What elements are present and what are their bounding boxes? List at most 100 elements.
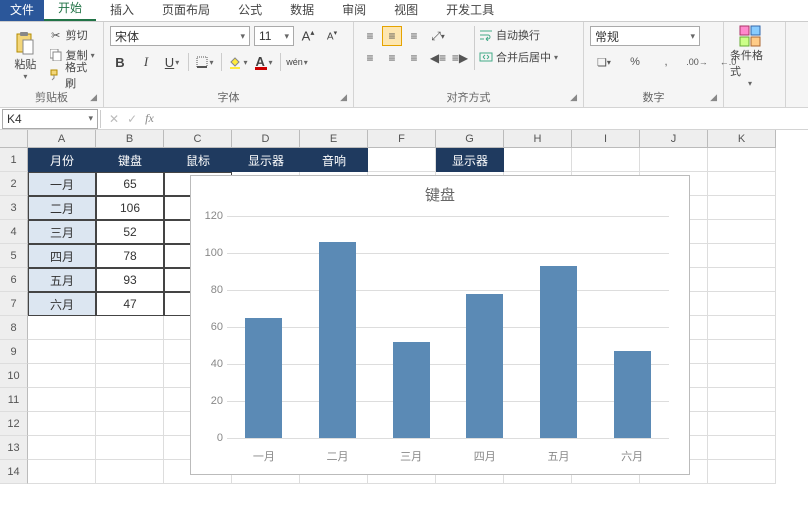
cell[interactable]: [96, 388, 164, 412]
cell[interactable]: 三月: [28, 220, 96, 244]
chart-title[interactable]: 键盘: [191, 176, 689, 213]
paste-button[interactable]: 粘贴 ▾: [6, 26, 45, 86]
accounting-format-button[interactable]: ❏▾: [590, 52, 618, 72]
cell[interactable]: [708, 364, 776, 388]
cell[interactable]: 鼠标: [164, 148, 232, 172]
cell[interactable]: [28, 388, 96, 412]
number-format-select[interactable]: 常规▾: [590, 26, 700, 46]
fill-color-button[interactable]: ▾: [228, 52, 248, 72]
cell[interactable]: [28, 436, 96, 460]
row-header[interactable]: 11: [0, 388, 28, 412]
file-tab[interactable]: 文件: [0, 0, 44, 21]
select-all-corner[interactable]: [0, 130, 28, 148]
embedded-chart[interactable]: 键盘 020406080100120 一月二月三月四月五月六月: [190, 175, 690, 475]
row-header[interactable]: 7: [0, 292, 28, 316]
cell[interactable]: [708, 460, 776, 484]
cell[interactable]: [640, 148, 708, 172]
tab-view[interactable]: 视图: [380, 0, 432, 21]
cell[interactable]: [708, 436, 776, 460]
border-button[interactable]: ▾: [195, 52, 215, 72]
cell[interactable]: 五月: [28, 268, 96, 292]
bar[interactable]: [245, 318, 282, 438]
cell[interactable]: 65: [96, 172, 164, 196]
align-right-button[interactable]: ≡: [404, 48, 424, 68]
cell[interactable]: 二月: [28, 196, 96, 220]
cell[interactable]: 显示器: [232, 148, 300, 172]
cell[interactable]: 键盘: [96, 148, 164, 172]
formula-input[interactable]: [162, 109, 808, 129]
cell[interactable]: [96, 364, 164, 388]
cell[interactable]: [28, 316, 96, 340]
column-header[interactable]: B: [96, 130, 164, 148]
row-header[interactable]: 8: [0, 316, 28, 340]
cell[interactable]: [504, 148, 572, 172]
cell[interactable]: [28, 364, 96, 388]
align-middle-button[interactable]: ≡: [382, 26, 402, 46]
tab-formulas[interactable]: 公式: [224, 0, 276, 21]
tab-home[interactable]: 开始: [44, 0, 96, 21]
align-bottom-button[interactable]: ≡: [404, 26, 424, 46]
bar[interactable]: [540, 266, 577, 438]
cell[interactable]: [708, 292, 776, 316]
percent-format-button[interactable]: %: [621, 52, 649, 72]
column-header[interactable]: I: [572, 130, 640, 148]
orientation-button[interactable]: ⤢▾: [428, 26, 448, 46]
column-header[interactable]: G: [436, 130, 504, 148]
column-header[interactable]: A: [28, 130, 96, 148]
italic-button[interactable]: I: [136, 52, 156, 72]
cell[interactable]: [708, 340, 776, 364]
cell[interactable]: 六月: [28, 292, 96, 316]
tab-developer[interactable]: 开发工具: [432, 0, 508, 21]
row-header[interactable]: 9: [0, 340, 28, 364]
phonetic-button[interactable]: wén▾: [287, 52, 307, 72]
cut-button[interactable]: ✂ 剪切: [49, 26, 97, 44]
column-header[interactable]: J: [640, 130, 708, 148]
increase-decimal-button[interactable]: .00→: [683, 52, 711, 72]
bar[interactable]: [393, 342, 430, 438]
cell[interactable]: [368, 148, 436, 172]
decrease-font-button[interactable]: A▾: [322, 26, 342, 46]
cell[interactable]: 音响: [300, 148, 368, 172]
column-header[interactable]: E: [300, 130, 368, 148]
row-header[interactable]: 5: [0, 244, 28, 268]
worksheet-grid[interactable]: ABCDEFGHIJK 1234567891011121314 月份键盘鼠标显示…: [0, 130, 808, 500]
dialog-launcher-icon[interactable]: ◢: [90, 92, 97, 103]
tab-data[interactable]: 数据: [276, 0, 328, 21]
row-header[interactable]: 1: [0, 148, 28, 172]
cell[interactable]: 93: [96, 268, 164, 292]
font-family-select[interactable]: 宋体▾: [110, 26, 250, 46]
row-header[interactable]: 2: [0, 172, 28, 196]
font-color-button[interactable]: A▾: [254, 52, 274, 72]
underline-button[interactable]: U▾: [162, 52, 182, 72]
increase-font-button[interactable]: A▴: [298, 26, 318, 46]
cell[interactable]: 四月: [28, 244, 96, 268]
row-header[interactable]: 14: [0, 460, 28, 484]
cell[interactable]: [708, 220, 776, 244]
column-header[interactable]: D: [232, 130, 300, 148]
decrease-indent-button[interactable]: ◀≡: [428, 48, 448, 68]
dialog-launcher-icon[interactable]: ◢: [570, 92, 577, 103]
cell[interactable]: [708, 148, 776, 172]
column-header[interactable]: K: [708, 130, 776, 148]
tab-review[interactable]: 审阅: [328, 0, 380, 21]
column-header[interactable]: C: [164, 130, 232, 148]
column-header[interactable]: F: [368, 130, 436, 148]
merge-center-button[interactable]: 合并后居中 ▾: [479, 48, 558, 66]
cell[interactable]: [28, 460, 96, 484]
font-size-select[interactable]: 11▾: [254, 26, 294, 46]
cell[interactable]: [708, 388, 776, 412]
cell[interactable]: [96, 460, 164, 484]
cell[interactable]: [28, 412, 96, 436]
cell[interactable]: [708, 412, 776, 436]
cell[interactable]: 月份: [28, 148, 96, 172]
cell[interactable]: 一月: [28, 172, 96, 196]
cell[interactable]: [708, 244, 776, 268]
cell[interactable]: [96, 316, 164, 340]
row-header[interactable]: 12: [0, 412, 28, 436]
align-top-button[interactable]: ≡: [360, 26, 380, 46]
row-header[interactable]: 6: [0, 268, 28, 292]
bold-button[interactable]: B: [110, 52, 130, 72]
row-header[interactable]: 3: [0, 196, 28, 220]
cell[interactable]: [708, 172, 776, 196]
tab-page-layout[interactable]: 页面布局: [148, 0, 224, 21]
